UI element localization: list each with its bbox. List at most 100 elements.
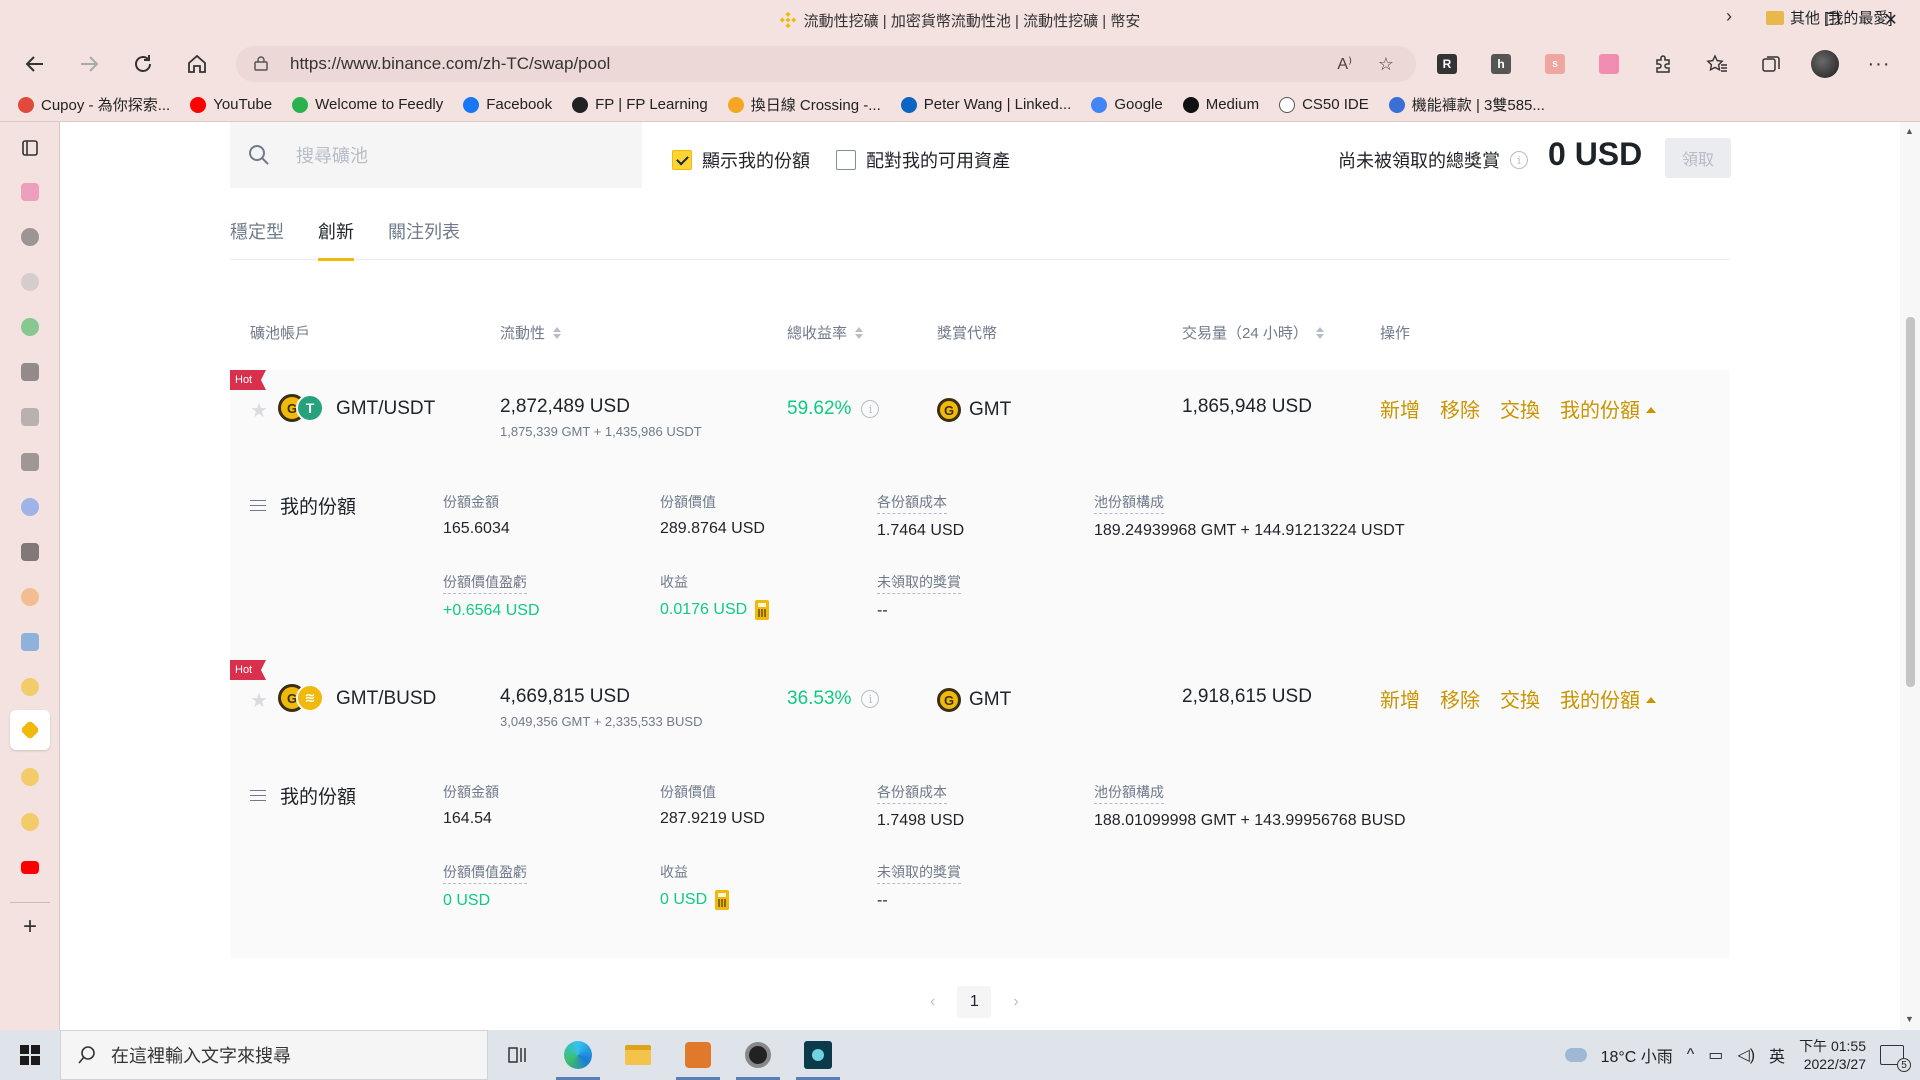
- bookmark-item[interactable]: Peter Wang | Linked...: [900, 96, 1071, 113]
- volume-icon[interactable]: ◁): [1737, 1045, 1755, 1065]
- taskbar-search-input[interactable]: 在這裡輸入文字來搜尋: [60, 1030, 488, 1080]
- add-sidebar-app-icon[interactable]: +: [18, 913, 42, 940]
- calculator-icon[interactable]: [755, 600, 770, 620]
- bookmark-item[interactable]: Medium: [1182, 96, 1259, 113]
- refresh-icon[interactable]: [116, 44, 170, 84]
- tab-innovation[interactable]: 創新: [318, 212, 354, 261]
- sidebar-app-medium-icon[interactable]: [18, 540, 42, 564]
- extension-smart-icon[interactable]: S: [1528, 40, 1582, 88]
- extensions-bar: R h S ···: [1420, 40, 1906, 88]
- tab-actions-icon[interactable]: [18, 136, 42, 160]
- sidebar-app-blue-icon[interactable]: [18, 495, 42, 519]
- taskbar-app-terminal-icon[interactable]: [788, 1030, 848, 1080]
- task-view-icon[interactable]: [488, 1030, 548, 1080]
- other-favorites-folder[interactable]: 其他 [我的最愛]: [1766, 7, 1893, 28]
- extension-h-icon[interactable]: h: [1474, 40, 1528, 88]
- info-icon[interactable]: i: [861, 690, 880, 708]
- sidebar-app-chart-icon[interactable]: [18, 630, 42, 654]
- home-icon[interactable]: [170, 44, 224, 84]
- sidebar-app-notion-icon[interactable]: [18, 360, 42, 384]
- header-liquidity[interactable]: 流動性: [500, 322, 562, 343]
- scrollbar-thumb[interactable]: [1906, 317, 1915, 687]
- remove-button[interactable]: 移除: [1440, 394, 1480, 423]
- weather-text[interactable]: 18°C 小雨: [1601, 1043, 1673, 1067]
- sidebar-app-binance-3-icon[interactable]: [18, 810, 42, 834]
- next-page-icon[interactable]: ›: [1013, 993, 1018, 1011]
- start-button[interactable]: [0, 1030, 60, 1080]
- watchlist-star-icon[interactable]: ★: [250, 688, 268, 713]
- extension-r-icon[interactable]: R: [1420, 40, 1474, 88]
- clock[interactable]: 下午 01:55 2022/3/27: [1799, 1037, 1866, 1073]
- bookmark-item[interactable]: Cupoy - 為你探索...: [18, 94, 170, 115]
- sidebar-app-github-icon[interactable]: [18, 225, 42, 249]
- extensions-puzzle-icon[interactable]: [1636, 40, 1690, 88]
- forward-arrow-icon[interactable]: [62, 44, 116, 84]
- taskbar-app-dark-icon[interactable]: [728, 1030, 788, 1080]
- add-button[interactable]: 新增: [1380, 394, 1420, 423]
- bookmark-item[interactable]: Welcome to Feedly: [292, 96, 443, 113]
- bookmark-item[interactable]: FP | FP Learning: [572, 96, 708, 113]
- edge-browser-icon[interactable]: [548, 1030, 608, 1080]
- sidebar-app-binance-icon[interactable]: [18, 675, 42, 699]
- taskbar-app-orange-icon[interactable]: [668, 1030, 728, 1080]
- swap-button[interactable]: 交換: [1500, 684, 1540, 713]
- add-button[interactable]: 新增: [1380, 684, 1420, 713]
- collections-icon[interactable]: [1744, 40, 1798, 88]
- show-my-shares-checkbox[interactable]: 顯示我的份額: [672, 147, 810, 173]
- prev-page-icon[interactable]: ‹: [930, 993, 935, 1011]
- read-aloud-icon[interactable]: A⁾: [1337, 54, 1352, 74]
- extension-pink-icon[interactable]: [1582, 40, 1636, 88]
- sidebar-app-cloud-icon[interactable]: [18, 270, 42, 294]
- bookmark-item[interactable]: Facebook: [463, 96, 552, 113]
- calculator-icon[interactable]: [715, 890, 730, 910]
- network-icon[interactable]: ▭: [1708, 1045, 1723, 1065]
- more-menu-icon[interactable]: ···: [1852, 40, 1906, 88]
- bookmark-item[interactable]: Google: [1091, 96, 1163, 113]
- my-shares-toggle[interactable]: 我的份額: [1560, 684, 1656, 713]
- sidebar-app-calendar-icon[interactable]: [18, 180, 42, 204]
- sidebar-app-binance-active-icon[interactable]: [10, 710, 50, 750]
- address-bar[interactable]: https://www.binance.com/zh-TC/swap/pool …: [236, 46, 1416, 82]
- remove-button[interactable]: 移除: [1440, 684, 1480, 713]
- sidebar-app-orange-icon[interactable]: [18, 585, 42, 609]
- share-earnings: 收益 0 USD: [660, 862, 730, 910]
- favorites-icon[interactable]: [1690, 40, 1744, 88]
- bookmark-item[interactable]: YouTube: [190, 96, 272, 113]
- watchlist-star-icon[interactable]: ★: [250, 398, 268, 423]
- bookmark-favicon-icon: [1091, 96, 1108, 113]
- sidebar-app-document-icon[interactable]: [18, 405, 42, 429]
- bookmark-item[interactable]: 機能褲款 | 3雙585...: [1388, 94, 1545, 115]
- bookmark-item[interactable]: 換日線 Crossing -...: [727, 94, 881, 115]
- sidebar-app-binance-2-icon[interactable]: [18, 765, 42, 789]
- page-scrollbar[interactable]: ▲ ▼: [1900, 122, 1920, 1030]
- sidebar-app-youtube-icon[interactable]: [18, 855, 42, 879]
- claim-button[interactable]: 領取: [1665, 138, 1731, 178]
- ime-indicator[interactable]: 英: [1769, 1043, 1785, 1067]
- sidebar-app-green-icon[interactable]: [18, 315, 42, 339]
- pool-liquidity-detail: 3,049,356 GMT + 2,335,533 BUSD: [500, 714, 703, 729]
- pool-search-input[interactable]: 搜尋礦池: [230, 122, 642, 188]
- search-icon: [248, 144, 270, 166]
- info-icon[interactable]: i: [1510, 151, 1528, 169]
- tray-chevron-up-icon[interactable]: ^: [1687, 1046, 1695, 1064]
- page-1-button[interactable]: 1: [957, 986, 992, 1018]
- bookmarks-overflow-chevron-icon[interactable]: ›: [1726, 6, 1732, 27]
- match-assets-checkbox[interactable]: 配對我的可用資產: [836, 147, 1010, 173]
- tab-watchlist[interactable]: 關注列表: [388, 212, 460, 260]
- info-icon[interactable]: i: [861, 400, 880, 418]
- scroll-down-arrow-icon[interactable]: ▼: [1905, 1014, 1914, 1024]
- header-volume[interactable]: 交易量（24 小時）: [1182, 322, 1324, 343]
- scroll-up-arrow-icon[interactable]: ▲: [1905, 126, 1914, 136]
- my-shares-toggle[interactable]: 我的份額: [1560, 394, 1656, 423]
- swap-button[interactable]: 交換: [1500, 394, 1540, 423]
- file-explorer-icon[interactable]: [608, 1030, 668, 1080]
- tab-stable[interactable]: 穩定型: [230, 212, 284, 260]
- sidebar-app-photo-icon[interactable]: [18, 450, 42, 474]
- header-apy[interactable]: 總收益率: [787, 322, 864, 343]
- back-arrow-icon[interactable]: [8, 44, 62, 84]
- favorite-star-icon[interactable]: ☆: [1378, 54, 1394, 75]
- notifications-icon[interactable]: 5: [1880, 1045, 1911, 1072]
- bookmark-favicon-icon: [1182, 96, 1199, 113]
- profile-avatar[interactable]: [1798, 40, 1852, 88]
- bookmark-item[interactable]: CS50 IDE: [1279, 96, 1369, 113]
